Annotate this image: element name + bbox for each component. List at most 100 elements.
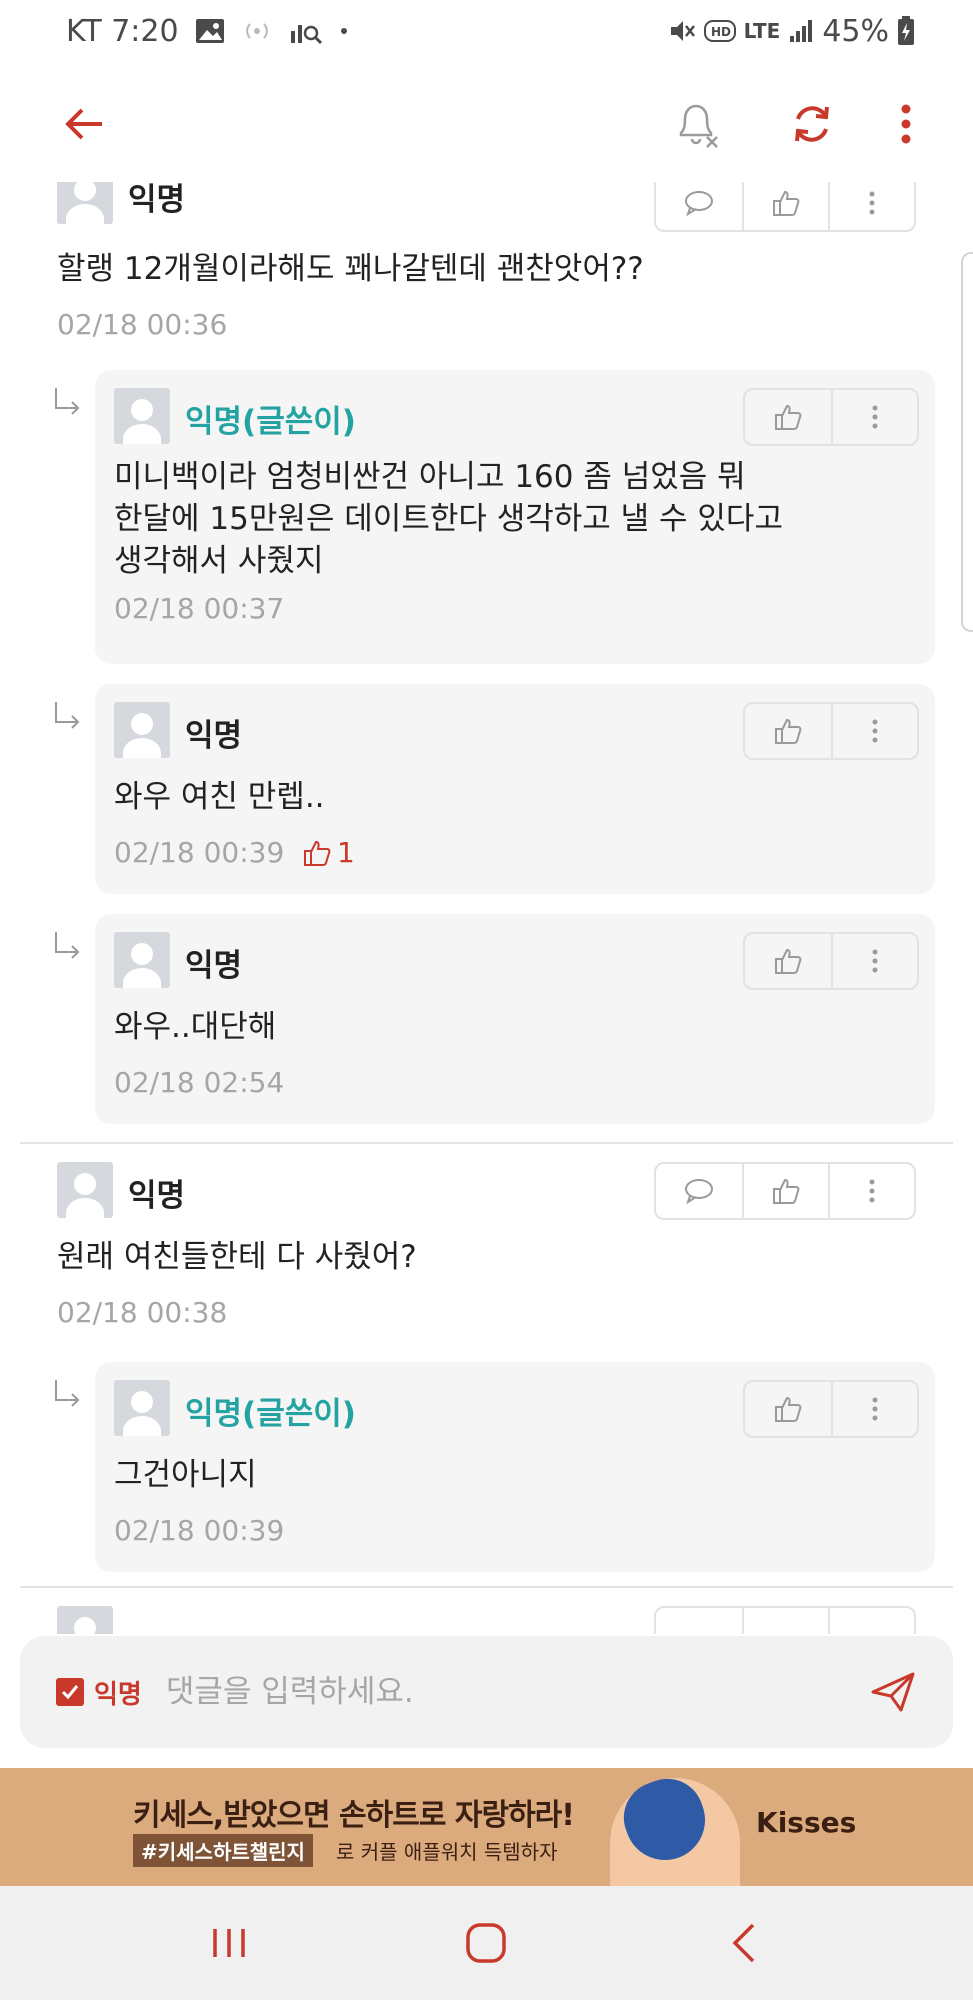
like-count-value: 1 [337,836,355,869]
more-vert-icon [869,1179,875,1203]
check-icon [61,1685,79,1700]
comment-time: 02/18 00:39 [114,836,285,869]
status-bar: KT 7:20 HD LTE 45% [0,0,973,62]
like-button[interactable] [742,1608,828,1634]
thumbs-up-icon [773,1178,800,1204]
comment-divider [20,1586,953,1588]
more-vert-icon [872,1397,878,1421]
reply-arrow-icon [55,1380,80,1407]
comment-author: 익명(글쓴이) [185,1396,356,1432]
comment-actions [743,932,919,990]
comment-author: 익명(글쓴이) [185,404,356,440]
comment-more-button[interactable] [828,1164,914,1218]
like-button[interactable] [745,704,831,758]
comment-time: 02/18 00:37 [114,592,285,625]
chevron-left-icon [732,1923,755,1963]
comment-author: 익명 [185,718,243,754]
comment-text: 와우..대단해 [114,1009,277,1045]
system-nav-bar [0,1886,973,2000]
notification-button[interactable] [664,92,728,156]
system-back-button[interactable] [709,1908,779,1978]
thumbs-up-icon [775,718,802,744]
more-vert-icon [872,949,878,973]
comment-divider [20,1142,953,1144]
mute-icon [668,17,696,45]
chart-search-icon [289,17,323,45]
back-arrow-icon [65,108,102,140]
battery-icon [897,16,915,46]
reply-bubble-icon [685,191,713,216]
scroll-indicator[interactable] [961,252,973,632]
battery-percent: 45% [822,13,889,49]
home-button[interactable] [451,1908,521,1978]
avatar [57,1162,113,1218]
comment-actions [743,702,919,760]
reply-arrow-icon [55,702,80,729]
avatar [57,182,113,224]
comment-input[interactable] [165,1662,863,1722]
anonymous-label[interactable]: 익명 [94,1674,142,1711]
gallery-icon [195,18,225,44]
bell-off-icon [679,104,718,148]
refresh-icon [795,106,829,142]
ad-subtitle: 로 커플 애플워치 득템하자 [336,1840,558,1864]
hotspot-icon [241,17,273,45]
comment-more-button[interactable] [831,704,917,758]
dot-icon [339,26,349,36]
avatar [114,932,170,988]
thumbs-up-icon [775,1396,802,1422]
comment-more-button[interactable] [828,1608,914,1634]
app-bar [0,62,973,182]
comment-time: 02/18 00:36 [57,308,228,341]
comment-text: 원래 여친들한테 다 사줬어? [57,1239,417,1275]
comment-composer: 익명 [20,1636,953,1748]
recent-apps-icon [213,1929,245,1957]
thumbs-up-icon [775,948,802,974]
comment-text: 와우 여친 만렙.. [114,779,325,815]
more-vert-icon [872,405,878,429]
send-button[interactable] [863,1662,923,1722]
like-button[interactable] [745,1382,831,1436]
reply-arrow-icon [55,388,80,415]
comment-actions [654,1162,916,1220]
reply-button[interactable] [656,182,742,230]
like-button[interactable] [745,390,831,444]
like-button[interactable] [745,934,831,988]
reply-item: 익명 와우 여친 만렙.. 02/18 00:39 1 [95,684,935,894]
home-icon [466,1923,507,1963]
signal-icon [788,18,814,44]
comment-time: 02/18 02:54 [114,1066,285,1099]
more-vert-icon [872,719,878,743]
comment-more-button[interactable] [831,1382,917,1436]
comment-text: 그건아니지 [114,1457,257,1493]
comment-more-button[interactable] [828,182,914,230]
thumbs-up-icon [773,190,800,216]
refresh-button[interactable] [780,92,844,156]
recent-apps-button[interactable] [194,1908,264,1978]
more-options-button[interactable] [874,92,938,156]
comment-more-button[interactable] [831,390,917,444]
comment-time: 02/18 00:38 [57,1296,228,1329]
comment-text: 할랭 12개월이라해도 꽤나갈텐데 괜찬앗어?? [57,251,644,287]
reply-arrow-icon [55,932,80,959]
anonymous-checkbox[interactable] [56,1678,84,1706]
like-button[interactable] [742,182,828,230]
avatar [57,1606,113,1634]
comment-actions [743,1380,919,1438]
avatar [114,702,170,758]
like-button[interactable] [742,1164,828,1218]
avatar [114,1380,170,1436]
comment-actions [743,388,919,446]
back-button[interactable] [52,92,116,156]
comment-more-button[interactable] [831,934,917,988]
comment-actions [654,1606,916,1634]
reply-button[interactable] [656,1164,742,1218]
ad-banner[interactable]: 키세스,받았으면 손하트로 자랑하라! #키세스하트챌린지 로 커플 애플워치 … [0,1768,973,1886]
carrier-time: KT 7:20 [66,13,179,49]
reply-button[interactable] [656,1608,742,1634]
comment-author: 익명 [185,948,243,984]
comment-actions [654,182,916,232]
network-type: LTE [743,19,781,43]
comment-list[interactable]: 익명 할랭 12개월이라해도 꽤나갈텐데 괜찬앗어?? 02/18 00:36 … [0,182,973,1634]
more-vert-icon [901,104,911,144]
